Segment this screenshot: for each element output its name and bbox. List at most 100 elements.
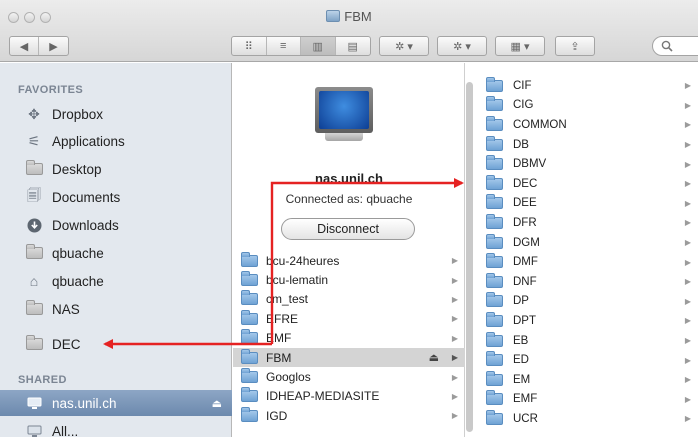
sidebar-item-dropbox[interactable]: ✥ Dropbox [0,101,232,127]
sidebar-item-documents[interactable]: 🗐 Documents [0,184,232,210]
home-icon: ⌂ [29,273,39,289]
title-bar: FBM ◀ ▶ ⠿ ≡ ▥ ▤ ✲ ▾ ✲ ▾ ▦ ▾ ⇪ [0,0,698,62]
export-button[interactable]: ⇪ [555,36,595,56]
sidebar-item-nas[interactable]: NAS [0,296,232,322]
sidebar-item-label: qbuache [52,273,104,289]
list-item[interactable]: DNF ▶ [474,272,698,292]
disclosure-arrow-icon: ▶ [684,218,691,228]
list-item[interactable]: DBMV ▶ [474,154,698,174]
list-item[interactable]: cm_test ▶ [233,290,465,309]
disclosure-arrow-icon: ▶ [684,414,691,424]
disclosure-arrow-icon: ▶ [684,120,691,130]
folder-icon [486,213,503,229]
list-item[interactable]: EFRE ▶ [233,309,465,328]
folder-icon [241,406,258,422]
connected-as-label: Connected as: qbuache [285,192,413,206]
list-item[interactable]: UCR ▶ [474,409,698,429]
disclosure-arrow-icon: ▶ [684,355,691,365]
folder-icon [241,271,258,287]
list-item[interactable]: EM ▶ [474,370,698,390]
folder-icon [486,351,503,367]
list-item[interactable]: ED ▶ [474,350,698,370]
list-item[interactable]: Googlos ▶ [233,367,465,386]
back-forward-control[interactable]: ◀ ▶ [9,36,69,56]
disclosure-arrow-icon: ▶ [451,256,458,266]
list-item[interactable]: CIF ▶ [474,76,698,96]
folder-column: CIF ▶ CIG ▶ COMMON ▶ DB ▶ DBMV ▶ DEC ▶ DEE ▶ DF… [474,63,698,437]
column-view-button[interactable]: ▥ [301,37,336,55]
desktop-icon [25,160,43,176]
disclosure-arrow-icon: ▶ [684,336,691,346]
favorites-header: FAVORITES [18,84,84,96]
list-item[interactable]: bcu-lematin ▶ [233,270,465,289]
folder-list: CIF ▶ CIG ▶ COMMON ▶ DB ▶ DBMV ▶ DEC ▶ DEE ▶ DF… [474,76,698,429]
sidebar-item-label: Dropbox [52,106,104,122]
coverflow-view-button[interactable]: ▤ [336,37,370,55]
folder-icon [486,370,503,386]
disclosure-arrow-icon: ▶ [684,81,691,91]
disconnect-button[interactable]: Disconnect [281,218,415,240]
list-item[interactable]: DFR ▶ [474,213,698,233]
sidebar-item-label: Applications [52,133,125,149]
sidebar-item-all[interactable]: All... [0,418,232,437]
list-item[interactable]: EB ▶ [474,331,698,351]
disclosure-arrow-icon: ▶ [684,316,691,326]
folder-icon [486,390,503,406]
forward-button[interactable]: ▶ [39,37,68,55]
search-field[interactable] [652,36,698,56]
folder-icon [486,272,503,288]
action-menu-button[interactable]: ✲ ▾ [379,36,429,56]
folder-icon [241,387,258,403]
share-menu-button[interactable]: ✲ ▾ [437,36,487,56]
list-item[interactable]: DMF ▶ [474,252,698,272]
folder-icon [326,10,341,22]
arrange-menu-button[interactable]: ▦ ▾ [495,36,545,56]
folder-icon [486,115,503,131]
column-scrollbar[interactable] [466,82,473,432]
applications-icon: ⚟ [27,132,41,149]
sidebar-item-qbuache-folder[interactable]: qbuache [0,240,232,266]
back-button[interactable]: ◀ [10,37,40,55]
disclosure-arrow-icon: ▶ [451,411,458,421]
list-item[interactable]: DEE ▶ [474,194,698,214]
dropbox-icon: ✥ [28,105,40,122]
list-item[interactable]: bcu-24heures ▶ [233,251,465,270]
disclosure-arrow-icon: ▶ [451,372,458,382]
list-item[interactable]: DGM ▶ [474,233,698,253]
view-mode-control[interactable]: ⠿ ≡ ▥ ▤ [231,36,371,56]
eject-icon[interactable]: ⏏ [429,351,439,364]
sidebar-item-downloads[interactable]: Downloads [0,212,232,238]
folder-icon [486,311,503,327]
list-item[interactable]: EMF ▶ [474,390,698,410]
list-item[interactable]: IGD ▶ [233,406,465,425]
list-item-selected[interactable]: FBM ⏏ ▶ [233,347,465,368]
server-icon [25,396,43,410]
sidebar-item-nas-unil-ch[interactable]: nas.unil.ch ⏏ [0,390,232,416]
folder-icon [241,329,258,345]
list-view-button[interactable]: ≡ [267,37,301,55]
list-item[interactable]: DP ▶ [474,292,698,312]
disclosure-arrow-icon: ▶ [684,198,691,208]
eject-icon[interactable]: ⏏ [212,397,222,410]
network-icon [25,424,43,437]
folder-icon [486,233,503,249]
disclosure-arrow-icon: ▶ [684,140,691,150]
server-name: nas.unil.ch [315,171,383,186]
sidebar-item-qbuache-home[interactable]: ⌂ qbuache [0,268,232,294]
sidebar-item-applications[interactable]: ⚟ Applications [0,128,232,154]
icon-view-button[interactable]: ⠿ [232,37,267,55]
list-item[interactable]: DPT ▶ [474,311,698,331]
list-item[interactable]: DEC ▶ [474,174,698,194]
sidebar-item-label: nas.unil.ch [52,395,117,411]
list-item[interactable]: COMMON ▶ [474,115,698,135]
list-item[interactable]: EMF ▶ [233,329,465,348]
disclosure-arrow-icon: ▶ [684,296,691,306]
sidebar-item-desktop[interactable]: Desktop [0,156,232,182]
list-item[interactable]: CIG ▶ [474,96,698,116]
sidebar-item-dec[interactable]: DEC [0,331,232,357]
folder-icon [486,292,503,308]
disclosure-arrow-icon: ▶ [451,333,458,343]
list-item[interactable]: IDHEAP-MEDIASITE ▶ [233,387,465,406]
sidebar-item-label: Downloads [52,217,119,233]
list-item[interactable]: DB ▶ [474,135,698,155]
